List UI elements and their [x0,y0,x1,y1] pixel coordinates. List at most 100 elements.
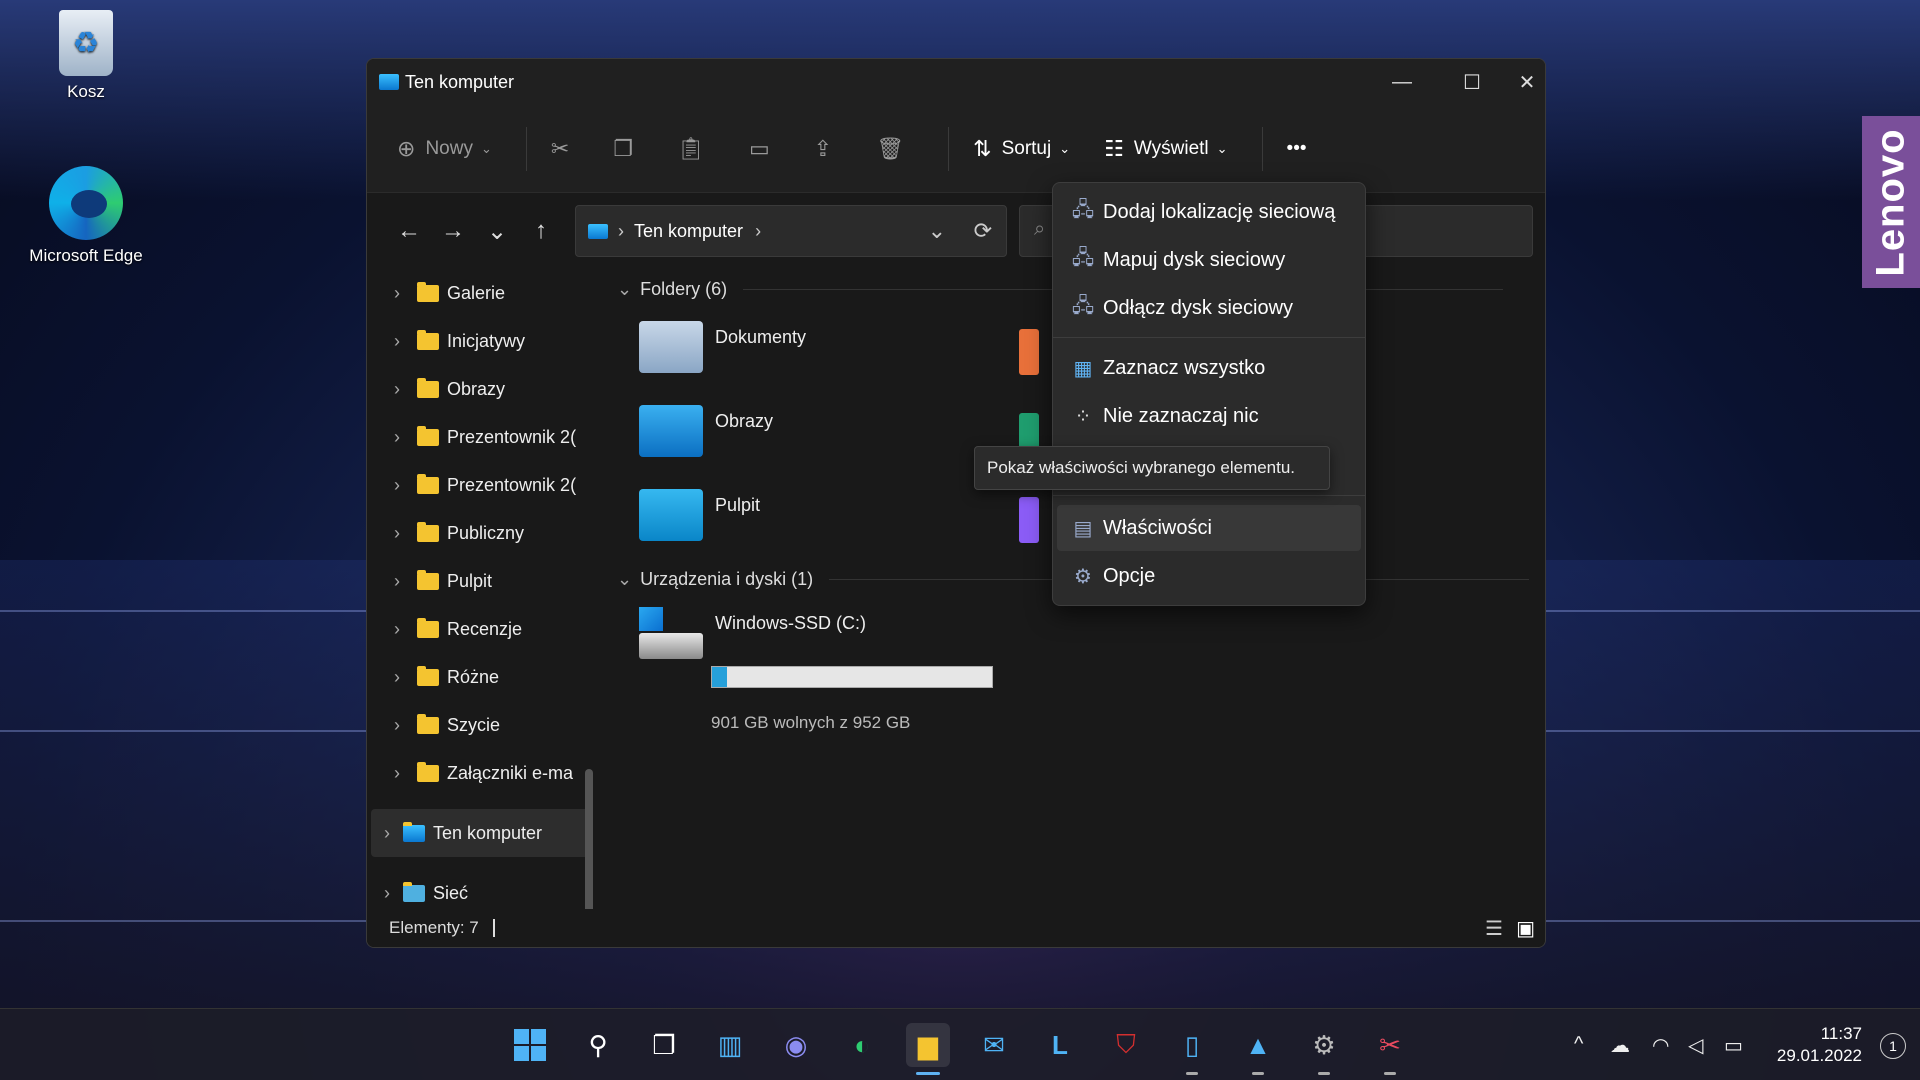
mcafee-button[interactable]: ⛉ [1104,1023,1148,1067]
sidebar-item-this-pc[interactable]: › Ten komputer [371,809,593,857]
menu-item-label: Dodaj lokalizację sieciową [1103,200,1336,223]
sidebar-item-prezentownik-2[interactable]: › Prezentownik 2( [367,461,597,509]
navigation-row: ← → ⌄ ↑ › Ten komputer › ⌄ ⟳ ⌕ [367,193,1545,269]
folder-item-pulpit[interactable]: Pulpit [639,489,760,541]
address-bar[interactable]: › Ten komputer › ⌄ ⟳ [575,205,1007,257]
windows-logo-icon [639,607,663,631]
sidebar-item-label: Różne [447,666,500,687]
music-folder-icon[interactable] [1019,329,1039,375]
view-label: Wyświetl [1133,137,1209,159]
widgets-button[interactable]: ▥ [708,1023,752,1067]
chat-button[interactable]: ◉ [774,1023,818,1067]
folder-item-dokumenty[interactable]: Dokumenty [639,321,806,373]
snipping-tool-button[interactable]: ✂ [1368,1023,1412,1075]
sidebar-item-rozne[interactable]: › Różne [367,653,597,701]
menu-item-label: Mapuj dysk sieciowy [1103,248,1286,271]
details-view-button[interactable]: ☰ [1485,916,1503,941]
phone-icon: ▯ [1184,1029,1200,1060]
sidebar-item-pulpit[interactable]: › Pulpit [367,557,597,605]
sidebar-item-inicjatywy[interactable]: › Inicjatywy [367,317,597,365]
chevron-right-icon: › [394,426,400,447]
menu-item-map-network-drive[interactable]: 🖧︎ Mapuj dysk sieciowy [1057,237,1361,283]
rename-button[interactable]: ▭ [749,136,780,162]
copy-button[interactable]: ❐ [613,136,643,162]
close-button[interactable]: ✕ [1507,59,1545,105]
task-view-button[interactable]: ❐ [642,1023,686,1067]
wifi-icon[interactable]: ◠ [1652,1033,1669,1058]
breadcrumb-chevron-icon: › [618,220,624,241]
sidebar-item-label: Inicjatywy [447,330,526,351]
mail-button[interactable]: ✉ [972,1023,1016,1067]
notification-badge[interactable]: 1 [1880,1033,1906,1059]
sidebar-item-label: Pulpit [447,570,493,591]
paste-button[interactable]: 📋︎ [677,136,715,162]
start-button[interactable] [508,1023,552,1067]
lenovo-app-button[interactable]: L [1038,1023,1082,1067]
sidebar-item-label: Obrazy [447,378,506,399]
item-count: Elementy: 7 [389,918,479,937]
maximize-button[interactable]: ☐ [1437,59,1507,105]
drive-item-c[interactable]: Windows-SSD (C:) [639,607,866,659]
taskbar-search-button[interactable]: ⚲ [576,1023,620,1067]
menu-item-add-network-location[interactable]: 🖧︎ Dodaj lokalizację sieciową [1057,189,1361,235]
command-bar: ⊕ Nowy ⌄ ✂ ❐ 📋︎ ▭ ⇪ 🗑︎ ⇅ Sortuj ⌄ ☷ Wyświetl ⌄… [367,105,1545,193]
sidebar-item-zalaczniki[interactable]: › Załączniki e-ma [367,749,597,797]
chevron-down-icon: ⌄ [1059,140,1071,156]
desktop-icon-recycle-bin[interactable]: Kosz [31,10,141,102]
up-button[interactable]: ↑ [519,217,563,245]
volume-icon[interactable]: ◁ [1688,1033,1703,1058]
menu-item-properties[interactable]: ▤ Właściwości [1057,505,1361,551]
sort-button[interactable]: ⇅ Sortuj ⌄ [973,136,1070,162]
widgets-icon: ▥ [717,1029,743,1060]
sidebar-item-prezentownik-1[interactable]: › Prezentownik 2( [367,413,597,461]
cut-button[interactable]: ✂ [551,136,579,162]
back-button[interactable]: ← [387,217,431,245]
file-explorer-taskbar-button[interactable]: ▆ [906,1023,950,1075]
menu-item-label: Odłącz dysk sieciowy [1103,296,1294,319]
sidebar-item-szycie[interactable]: › Szycie [367,701,597,749]
clock-date: 29.01.2022 [1776,1046,1862,1065]
address-dropdown-icon[interactable]: ⌄ [928,218,946,244]
menu-item-select-all[interactable]: ▦ Zaznacz wszystko [1057,345,1361,391]
drive-usage-bar [711,666,993,688]
edge-taskbar-button[interactable]: ◐ [840,1023,884,1067]
show-hidden-icons-button[interactable]: ^ [1574,1033,1583,1056]
phone-app-button[interactable]: ▯ [1170,1023,1214,1075]
tiles-view-button[interactable]: ▣ [1516,916,1535,941]
search-icon: ⌕ [1034,218,1046,240]
videos-folder-icon[interactable] [1019,497,1039,543]
plus-circle-icon: ⊕ [397,135,416,161]
snipping-tool-icon: ✂ [1379,1029,1401,1060]
menu-item-label: Zaznacz wszystko [1103,356,1266,379]
sidebar-item-recenzje[interactable]: › Recenzje [367,605,597,653]
minimize-button[interactable]: — [1367,59,1437,105]
new-button[interactable]: ⊕ Nowy ⌄ [397,136,492,162]
folder-item-obrazy[interactable]: Obrazy [639,405,773,457]
menu-item-disconnect-network-drive[interactable]: 🖧︎ Odłącz dysk sieciowy [1057,285,1361,331]
delete-button[interactable]: 🗑︎ [876,136,914,162]
breadcrumb-segment[interactable]: Ten komputer [634,221,743,242]
more-options-button[interactable]: ••• [1287,138,1307,160]
chevron-right-icon: › [384,822,390,843]
battery-icon[interactable]: ▭ [1724,1033,1743,1058]
sidebar-item-obrazy[interactable]: › Obrazy [367,365,597,413]
photos-button[interactable]: ▲ [1236,1023,1280,1075]
desktop-icon-label: Kosz [67,82,105,101]
view-button[interactable]: ☷ Wyświetl ⌄ [1104,136,1227,162]
settings-button[interactable]: ⚙ [1302,1023,1346,1075]
menu-item-options[interactable]: ⚙ Opcje [1057,553,1361,599]
folder-icon [417,329,439,350]
desktop-icon-edge[interactable]: Microsoft Edge [26,166,146,266]
share-button[interactable]: ⇪ [814,136,842,162]
status-bar: Elementy: 7 ☰ ▣ [367,909,1545,947]
sidebar-item-publiczny[interactable]: › Publiczny [367,509,597,557]
search-icon: ⚲ [588,1029,608,1060]
menu-item-select-none[interactable]: ⁘ Nie zaznaczaj nic [1057,393,1361,439]
clock[interactable]: 11:37 29.01.2022 [1777,1023,1862,1067]
onedrive-icon[interactable]: ☁ [1610,1033,1630,1058]
sidebar-item-galerie[interactable]: › Galerie [367,269,597,317]
forward-button[interactable]: → [431,217,475,245]
folder-item-label: Dokumenty [715,327,807,347]
refresh-button[interactable]: ⟳ [974,218,992,244]
recent-locations-button[interactable]: ⌄ [475,217,519,246]
